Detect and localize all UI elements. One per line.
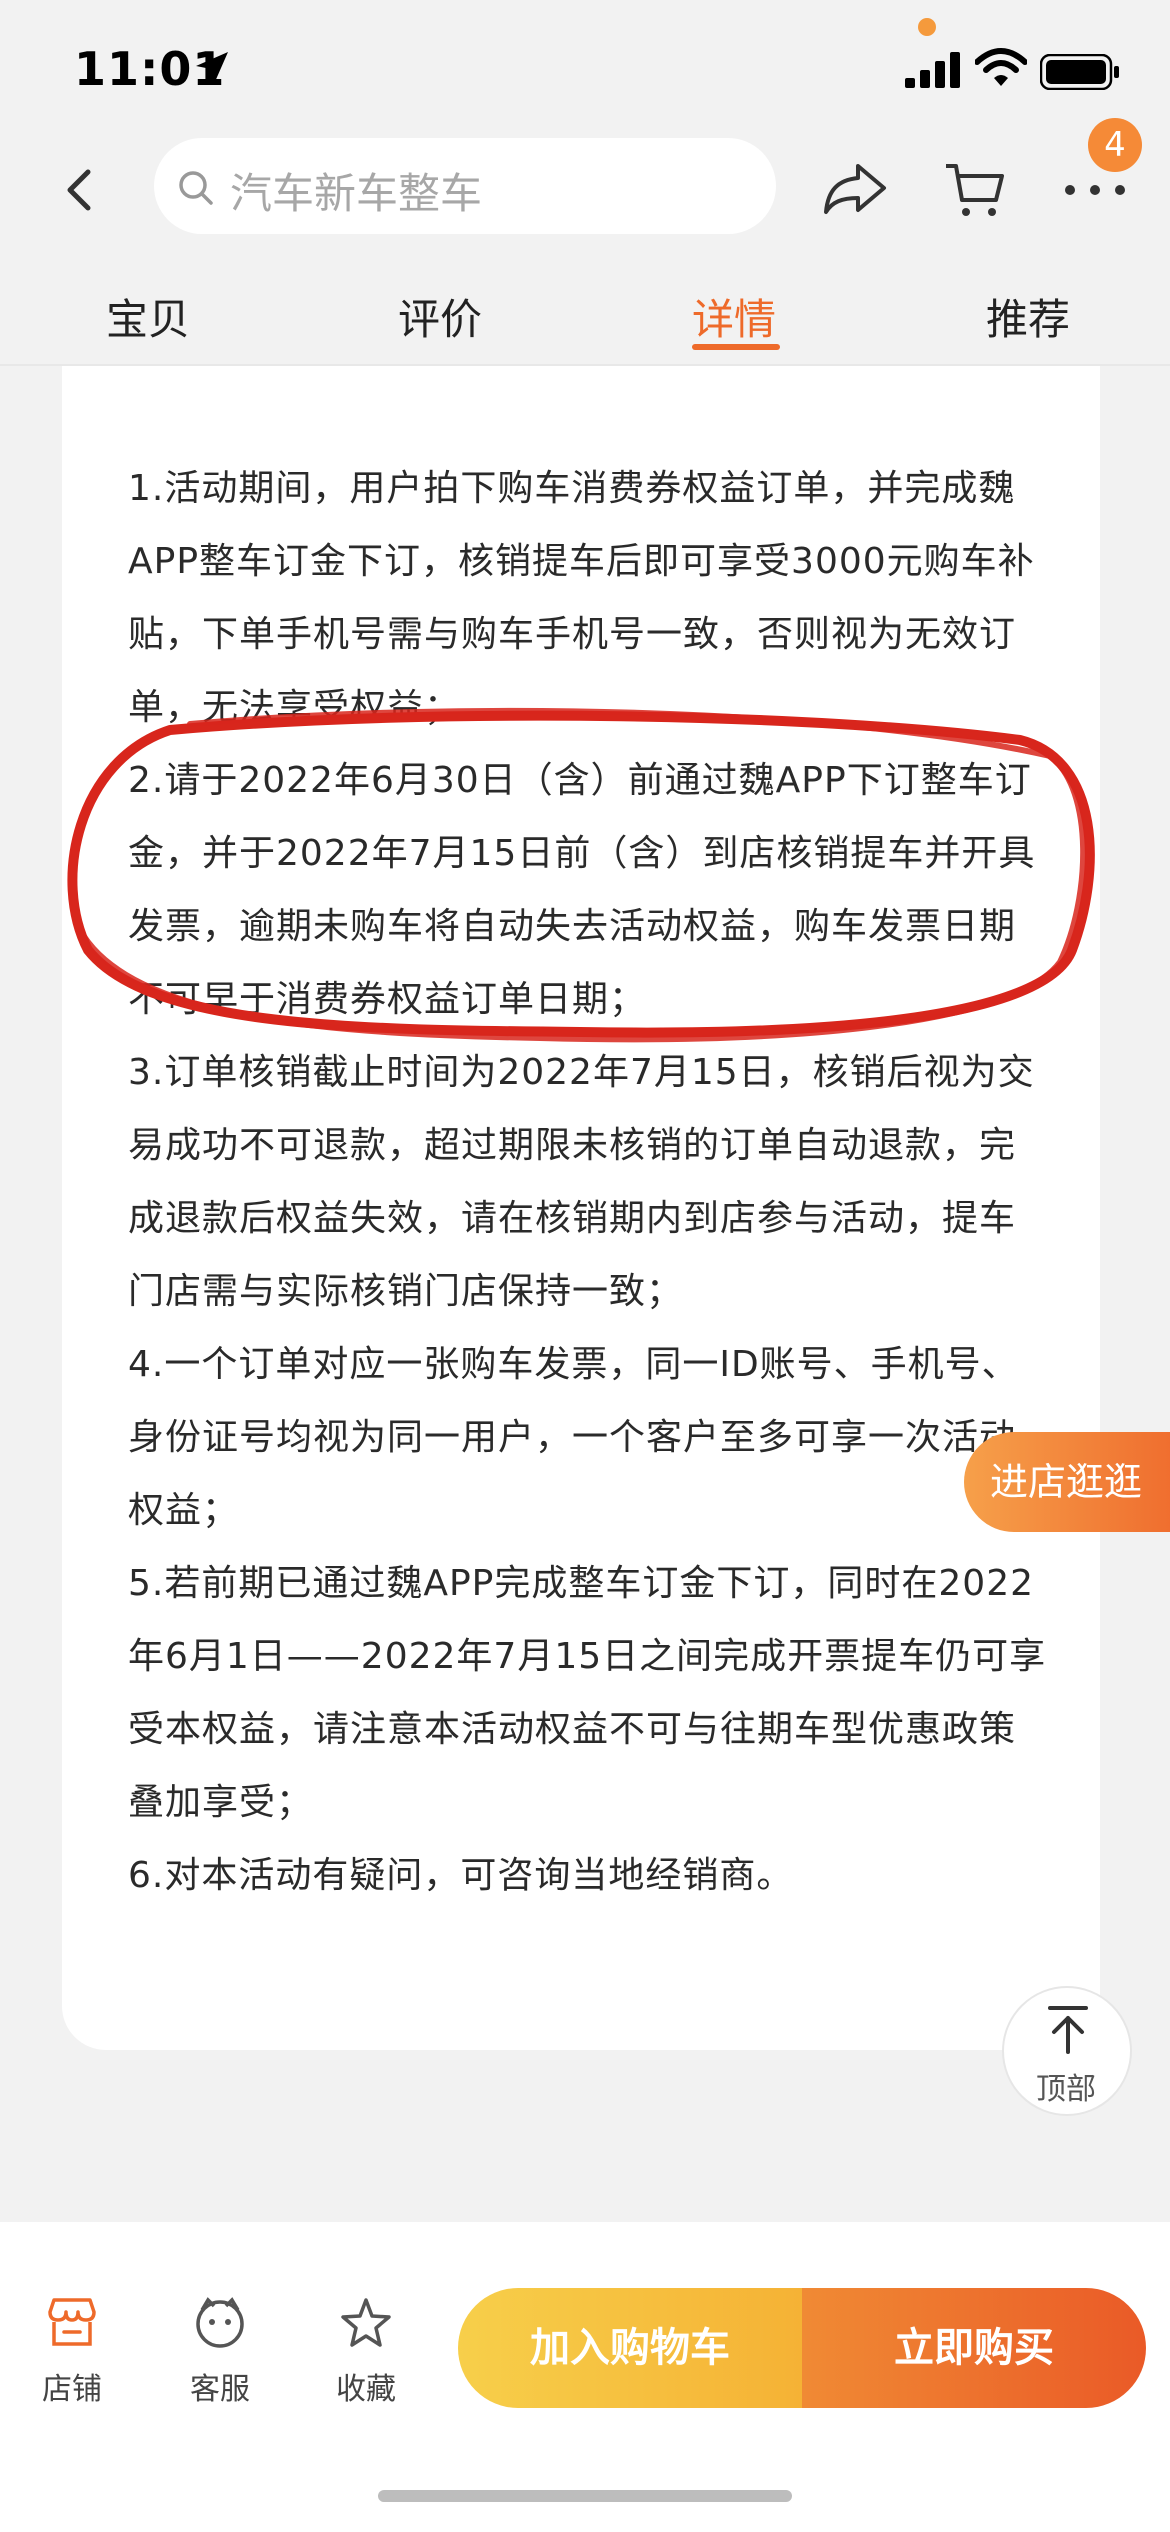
location-arrow-icon	[196, 52, 228, 84]
store-nav[interactable]: 店铺	[12, 2296, 132, 2408]
term-item: 3.订单核销截止时间为2022年7月15日，核销后视为交易成功不可退款，超过期限…	[128, 1052, 1035, 1312]
store-icon	[48, 2298, 96, 2346]
tab-item[interactable]: 宝贝	[106, 286, 190, 347]
annotation-circle	[67, 707, 1095, 1043]
term-item: 4.一个订单对应一张购车发票，同一ID账号、手机号、身份证号均视为同一用户，一个…	[128, 1344, 1019, 1531]
arrow-up-icon	[1048, 2006, 1088, 2054]
service-icon	[196, 2297, 244, 2348]
search-icon	[179, 171, 213, 205]
share-button[interactable]	[822, 160, 888, 216]
home-indicator	[378, 2490, 792, 2502]
tab-details[interactable]: 详情	[692, 286, 776, 347]
term-item: 6.对本活动有疑问，可咨询当地经销商。	[128, 1855, 794, 1896]
tab-recommend[interactable]: 推荐	[986, 286, 1070, 347]
star-icon	[341, 2298, 391, 2347]
store-nav-label: 店铺	[42, 2372, 102, 2407]
visit-store-button[interactable]: 进店逛逛	[964, 1432, 1170, 1532]
more-options-button[interactable]	[1060, 170, 1130, 210]
privacy-indicator	[918, 18, 936, 36]
cellular-signal-icon	[905, 52, 960, 88]
term-item: 5.若前期已通过魏APP完成整车订金下订，同时在2022年6月1日——2022年…	[128, 1563, 1047, 1823]
cart-button[interactable]	[942, 158, 1006, 222]
active-tab-indicator	[692, 344, 780, 350]
terms-list: 1.活动期间，用户拍下购车消费券权益订单，并完成魏APP整车订金下订，核销提车后…	[128, 452, 1048, 1912]
add-to-cart-button[interactable]: 加入购物车	[458, 2288, 802, 2408]
tab-reviews[interactable]: 评价	[398, 286, 482, 347]
cart-badge: 4	[1088, 118, 1142, 172]
back-button[interactable]	[50, 160, 110, 220]
battery-icon	[1040, 54, 1119, 90]
back-to-top-label: 顶部	[1036, 2072, 1096, 2107]
buy-now-button[interactable]: 立即购买	[802, 2288, 1146, 2408]
service-nav-label: 客服	[190, 2372, 250, 2407]
favorite-nav[interactable]: 收藏	[306, 2296, 426, 2408]
tab-bar: 宝贝 评价 详情 推荐	[0, 268, 1170, 364]
favorite-nav-label: 收藏	[336, 2372, 396, 2407]
search-placeholder: 汽车新车整车	[230, 169, 483, 218]
wifi-icon	[975, 48, 1027, 86]
customer-service-nav[interactable]: 客服	[160, 2296, 280, 2408]
